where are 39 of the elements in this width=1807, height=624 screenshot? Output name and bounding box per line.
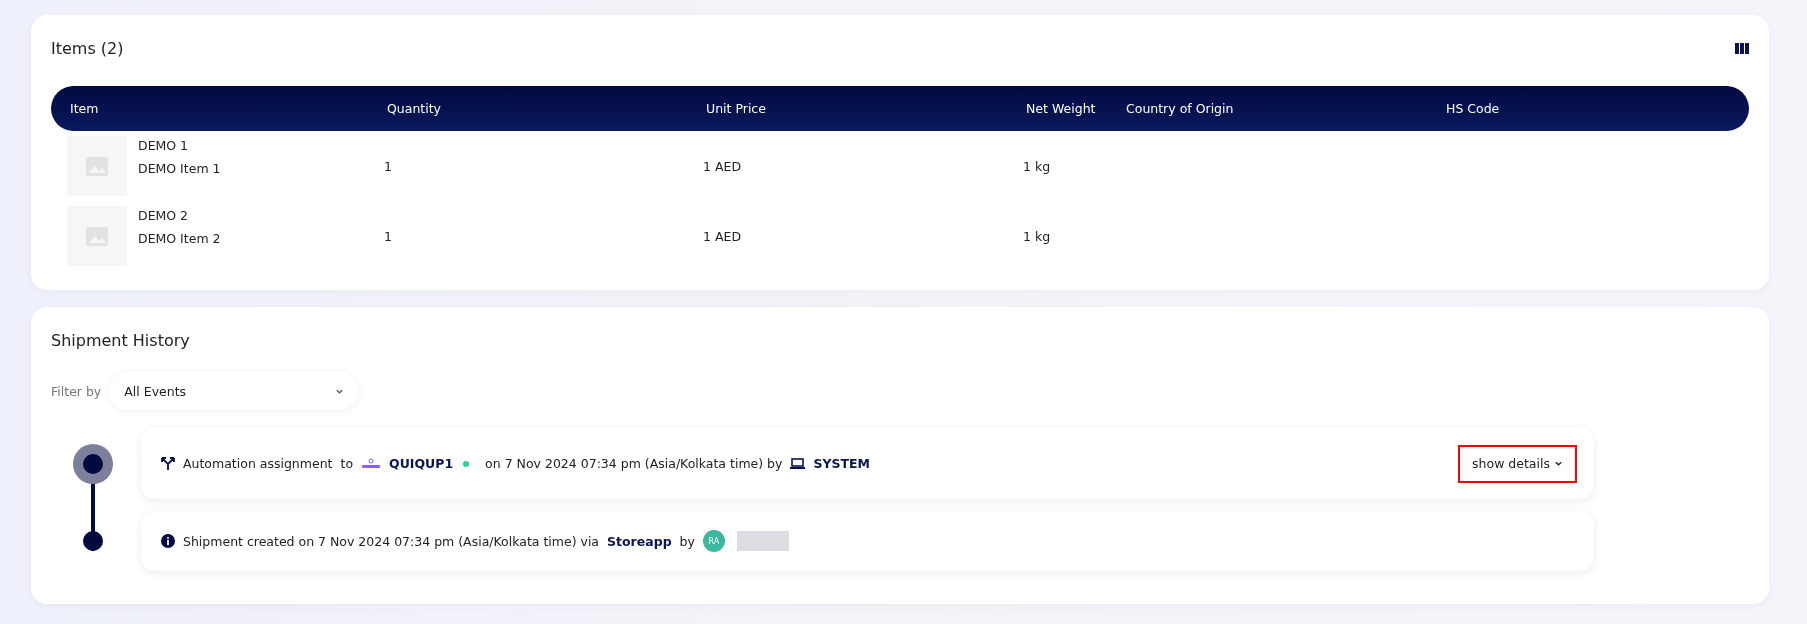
table-cell-text: 1 kg [1023, 228, 1052, 244]
column-header: Unit Price [706, 101, 767, 116]
image-placeholder [67, 206, 127, 266]
show-details-button[interactable]: show details [1458, 444, 1577, 483]
column-header: HS Code [1446, 101, 1501, 116]
carrier-logo-icon [361, 457, 382, 470]
table-cell-text: 1 AED [703, 158, 742, 174]
table-cell-text: 1 [384, 228, 393, 244]
event-text: by [679, 533, 695, 549]
columns-icon[interactable] [1735, 43, 1749, 54]
source-link[interactable]: Storeapp [607, 533, 672, 549]
table-cell-text: 1 kg [1023, 158, 1052, 174]
event-text: to [340, 456, 354, 471]
column-header: Country of Origin [1126, 101, 1235, 116]
image-placeholder [67, 136, 127, 196]
carrier-link[interactable]: QUIQUP1 [389, 456, 454, 471]
item-name: DEMO Item 1 [138, 161, 221, 176]
item-sku: DEMO 1 [138, 138, 190, 153]
item-sku: DEMO 2 [138, 208, 190, 223]
event-text: on 7 Nov 2024 07:34 pm (Asia/Kolkata time) by [485, 456, 783, 471]
event-filter-dropdown[interactable]: All Events [108, 372, 359, 410]
user-avatar: RA [702, 530, 725, 552]
card-title: Items (2) [51, 39, 124, 58]
column-header: Quantity [387, 101, 443, 116]
redacted-block [736, 531, 789, 551]
laptop-icon [790, 458, 806, 469]
card-title: Shipment History [51, 331, 190, 350]
column-header: Item [70, 101, 100, 116]
chevron-down-icon [1554, 459, 1563, 468]
event-action: Automation assignment [183, 456, 333, 471]
filter-label: Filter by [51, 383, 102, 399]
table-cell-text: 1 [384, 158, 393, 174]
item-name: DEMO Item 2 [138, 231, 221, 246]
table-cell-text: 1 AED [703, 228, 742, 244]
split-arrow-icon [161, 456, 175, 471]
column-header: Net Weight [1026, 101, 1097, 116]
event-text: Shipment created on 7 Nov 2024 07:34 pm (Asia/Kolkata time) via [183, 533, 600, 549]
actor-name: SYSTEM [813, 456, 870, 471]
info-icon [161, 534, 175, 548]
